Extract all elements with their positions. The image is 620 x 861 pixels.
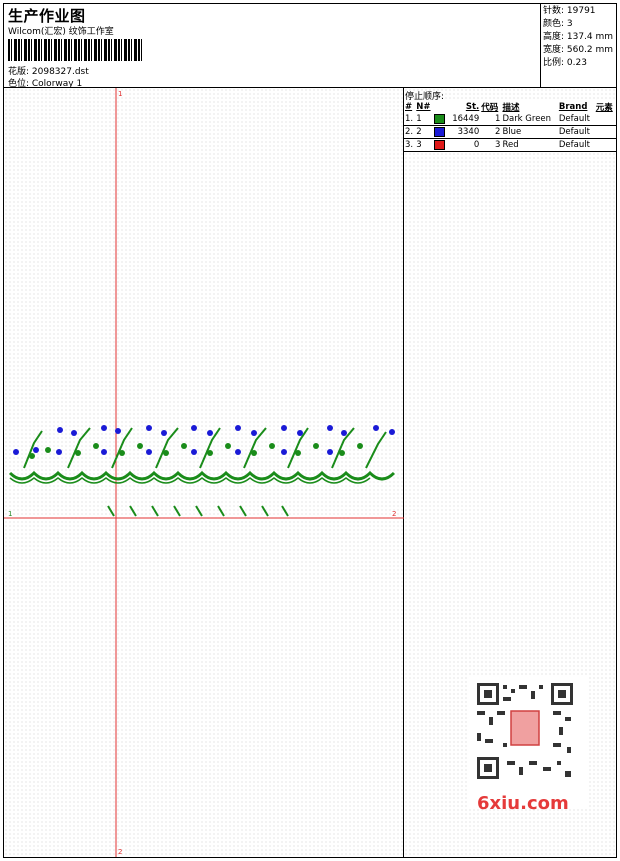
color-swatch: [434, 126, 446, 137]
page-title: 生产作业图: [8, 7, 86, 25]
design-height: 高度: 137.4 mm: [543, 32, 614, 42]
embroidery-sprig-row: [107, 505, 289, 517]
barcode: [8, 39, 143, 61]
color-count: 颜色: 3: [543, 19, 573, 29]
stitch-count: 针数: 19791: [543, 6, 596, 16]
stop-sequence-table: # N# St. 代码 描述 Brand 元素 1. 1 16449 1 Dar…: [404, 101, 616, 152]
col-stitches: St.: [465, 102, 480, 112]
origin-mark: 1: [8, 510, 12, 518]
watermark-qr: 6xiu.com: [467, 677, 587, 814]
qr-code-icon: [475, 681, 575, 781]
design-scale: 比例: 0.23: [543, 58, 587, 68]
design-width: 宽度: 560.2 mm: [543, 45, 614, 55]
table-row: 2. 2 3340 2 Blue Default: [404, 125, 616, 139]
col-description: 描述: [502, 103, 520, 113]
col-code: 代码: [481, 103, 499, 113]
watermark-site: 6xiu.com: [477, 793, 569, 814]
end-mark: 2: [392, 510, 396, 518]
table-row: 1. 1 16449 1 Dark Green Default: [404, 113, 616, 126]
color-swatch: [434, 139, 446, 150]
embroidery-preview: 1 2 1 2: [4, 88, 404, 857]
design-preview: 1 2 1 2: [4, 88, 404, 857]
col-brand: Brand: [558, 102, 588, 112]
seal-icon: [510, 710, 540, 746]
bottom-mark: 2: [118, 848, 122, 856]
header-info: 生产作业图 Wilcom(汇宏) 纹饰工作室 花版: 2098327.dst 色…: [4, 4, 541, 89]
table-row: 3. 3 0 3 Red Default: [404, 138, 616, 152]
design-stats: 针数: 19791 颜色: 3 高度: 137.4 mm 宽度: 560.2 m…: [541, 4, 616, 88]
color-swatch: [434, 113, 446, 124]
col-needle: N#: [416, 102, 431, 112]
studio-name: Wilcom(汇宏) 纹饰工作室: [8, 27, 114, 37]
col-swatch: [433, 101, 447, 113]
col-element: 元素: [595, 103, 613, 113]
embroidery-border-motif: [8, 425, 396, 484]
top-mark: 1: [118, 90, 122, 98]
col-index: #: [405, 102, 413, 112]
